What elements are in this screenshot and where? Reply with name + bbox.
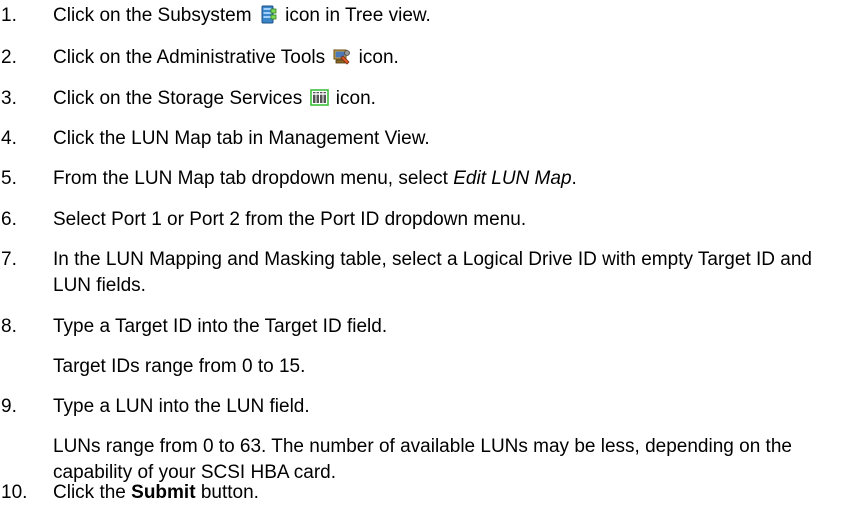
step-text: Type a Target ID into the Target ID fiel…: [53, 316, 388, 337]
step-text-pre: Click on the Storage Services: [53, 88, 303, 109]
step-text: Type a LUN into the LUN field.: [53, 396, 310, 417]
step-number: 10.: [1, 482, 28, 503]
list-item: 7. In the LUN Mapping and Masking table,…: [0, 247, 863, 299]
step-text: Click on the Subsystem icon in Tree view…: [53, 3, 853, 29]
step-text: Click the Submit button.: [53, 480, 853, 506]
step-text-post: .: [571, 168, 577, 189]
administrative-tools-icon: [332, 47, 351, 66]
step-text-pre: Click the: [53, 482, 126, 503]
step-number: 6.: [1, 209, 17, 230]
step-text-post: icon in Tree view.: [285, 5, 431, 26]
menu-item-reference: Edit LUN Map: [453, 168, 572, 189]
step-text-pre: From the LUN Map tab dropdown menu, sele…: [53, 168, 448, 189]
submit-button-reference: Submit: [131, 482, 196, 503]
step-text: From the LUN Map tab dropdown menu, sele…: [53, 166, 853, 192]
step-number: 3.: [1, 88, 17, 109]
subsystem-icon: [259, 5, 278, 24]
step-number: 8.: [1, 316, 17, 337]
step-text-post: icon.: [335, 88, 376, 109]
step-text: Select Port 1 or Port 2 from the Port ID…: [53, 209, 527, 230]
instruction-list: 1. Click on the Subsystem icon in Tree v…: [0, 0, 863, 508]
step-text-post: icon.: [358, 47, 399, 68]
step-number: 7.: [1, 249, 17, 270]
step-note: Target IDs range from 0 to 15.: [53, 356, 306, 377]
step-number: 1.: [1, 5, 17, 26]
step-text: In the LUN Mapping and Masking table, se…: [53, 249, 812, 296]
step-text: Click on the Storage Services icon.: [53, 86, 853, 112]
step-number: 5.: [1, 168, 17, 189]
step-text: Click the LUN Map tab in Management View…: [53, 128, 430, 149]
step-number: 2.: [1, 47, 17, 68]
step-number: 9.: [1, 396, 17, 417]
step-text-pre: Click on the Subsystem: [53, 5, 252, 26]
step-note: LUNs range from 0 to 63. The number of a…: [53, 436, 792, 483]
storage-services-icon: [309, 88, 329, 107]
step-text-post: button.: [200, 482, 259, 503]
step-text-pre: Click on the Administrative Tools: [53, 47, 326, 68]
step-number: 4.: [1, 128, 17, 149]
step-text: Click on the Administrative Tools icon.: [53, 45, 853, 71]
